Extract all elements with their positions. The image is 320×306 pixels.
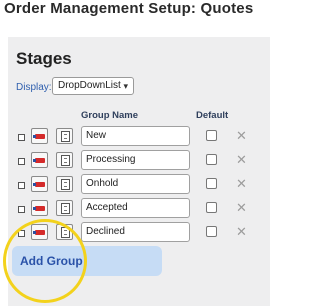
default-checkbox[interactable]: [206, 130, 217, 141]
drag-handle-icon[interactable]: [18, 206, 25, 213]
copy-row-button[interactable]: [56, 152, 73, 168]
display-label: Display:: [16, 82, 52, 93]
copy-row-button[interactable]: [56, 176, 73, 192]
delete-row-icon: [33, 134, 45, 139]
page-title: Order Management Setup: Quotes: [4, 0, 254, 17]
delete-row-button[interactable]: [31, 200, 48, 216]
drag-handle-icon[interactable]: [18, 134, 25, 141]
group-name-input[interactable]: Declined: [81, 222, 190, 242]
stage-row: Declined ✕: [0, 222, 278, 244]
default-checkbox[interactable]: [206, 202, 217, 213]
copy-row-icon: [61, 227, 70, 238]
close-icon[interactable]: ✕: [236, 224, 247, 240]
stage-row: Processing ✕: [0, 150, 278, 172]
group-name-input[interactable]: New: [81, 126, 190, 146]
default-checkbox[interactable]: [206, 226, 217, 237]
copy-row-icon: [61, 131, 70, 142]
default-checkbox[interactable]: [206, 178, 217, 189]
display-select[interactable]: DropDownList ▾: [52, 77, 134, 95]
stage-row: Onhold ✕: [0, 174, 278, 196]
group-name-input[interactable]: Onhold: [81, 174, 190, 194]
default-checkbox[interactable]: [206, 154, 217, 165]
delete-row-button[interactable]: [31, 152, 48, 168]
drag-handle-icon[interactable]: [18, 182, 25, 189]
group-name-column-header: Group Name: [81, 110, 139, 121]
delete-row-icon: [33, 206, 45, 211]
group-name-input[interactable]: Accepted: [81, 198, 190, 218]
delete-row-button[interactable]: [31, 128, 48, 144]
copy-row-icon: [61, 203, 70, 214]
delete-row-icon: [33, 158, 45, 163]
copy-row-icon: [61, 179, 70, 190]
close-icon[interactable]: ✕: [236, 128, 247, 144]
delete-row-icon: [33, 182, 45, 187]
copy-row-button[interactable]: [56, 128, 73, 144]
delete-row-button[interactable]: [31, 224, 48, 240]
delete-row-icon: [33, 230, 45, 235]
default-column-header: Default: [196, 110, 229, 121]
add-group-button[interactable]: Add Group: [12, 246, 162, 276]
close-icon[interactable]: ✕: [236, 152, 247, 168]
add-group-label: Add Group: [20, 254, 83, 268]
stages-heading: Stages: [16, 49, 72, 68]
chevron-down-icon: ▾: [123, 81, 128, 91]
stage-row: New ✕: [0, 126, 278, 148]
close-icon[interactable]: ✕: [236, 176, 247, 192]
display-select-value: DropDownList: [58, 80, 121, 91]
drag-handle-icon[interactable]: [18, 230, 25, 237]
group-name-input[interactable]: Processing: [81, 150, 190, 170]
stage-row: Accepted ✕: [0, 198, 278, 220]
delete-row-button[interactable]: [31, 176, 48, 192]
copy-row-icon: [61, 155, 70, 166]
copy-row-button[interactable]: [56, 224, 73, 240]
drag-handle-icon[interactable]: [18, 158, 25, 165]
close-icon[interactable]: ✕: [236, 200, 247, 216]
copy-row-button[interactable]: [56, 200, 73, 216]
